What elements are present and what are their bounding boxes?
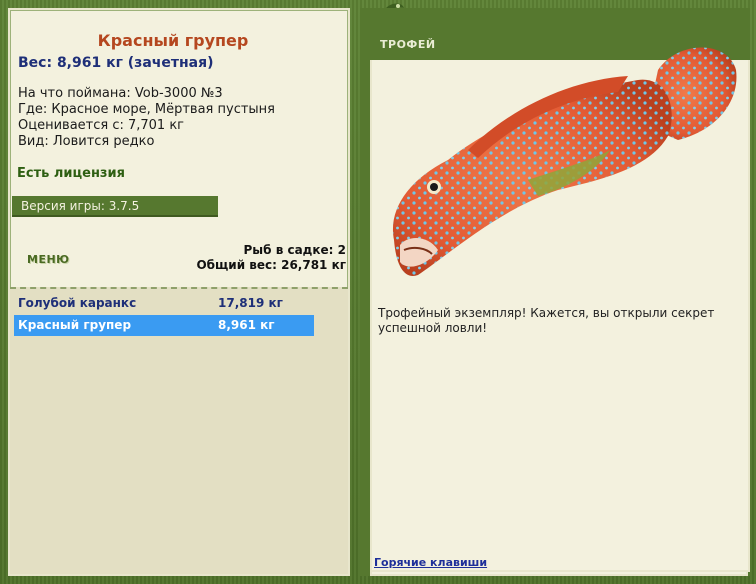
- keepnet-count: Рыб в садке: 2: [243, 243, 347, 257]
- fish-weight: Вес: 8,961 кг (зачетная): [18, 55, 214, 71]
- version-bar: Версия игры: 3.7.5: [12, 196, 218, 217]
- valued-from: Оценивается с: 7,701 кг: [18, 118, 185, 133]
- keepnet-total-weight: Общий вес: 26,781 кг: [196, 258, 346, 272]
- license-status: Есть лицензия: [17, 166, 125, 181]
- catch-weight: 8,961 кг: [218, 318, 275, 332]
- menu-button[interactable]: МЕНЮ: [27, 253, 70, 266]
- trophy-description: Трофейный экземпляр! Кажется, вы открыли…: [378, 306, 715, 335]
- red-grouper-image: [392, 47, 737, 276]
- fish-name-title: Красный групер: [97, 31, 249, 50]
- catch-name: Голубой каранкс: [18, 296, 137, 310]
- catch-weight: 17,819 кг: [218, 296, 283, 310]
- caught-with: На что поймана: Vob-3000 №3: [18, 86, 223, 101]
- catch-row-selected[interactable]: Красный групер 8,961 кг: [14, 315, 314, 336]
- fish-rarity: Вид: Ловится редко: [18, 134, 155, 149]
- catch-name: Красный групер: [18, 318, 132, 332]
- hotkeys-link[interactable]: Горячие клавиши: [374, 556, 487, 569]
- catch-location: Где: Красное море, Мёртвая пустыня: [18, 102, 275, 117]
- catch-row[interactable]: Голубой каранкс 17,819 кг: [14, 293, 314, 314]
